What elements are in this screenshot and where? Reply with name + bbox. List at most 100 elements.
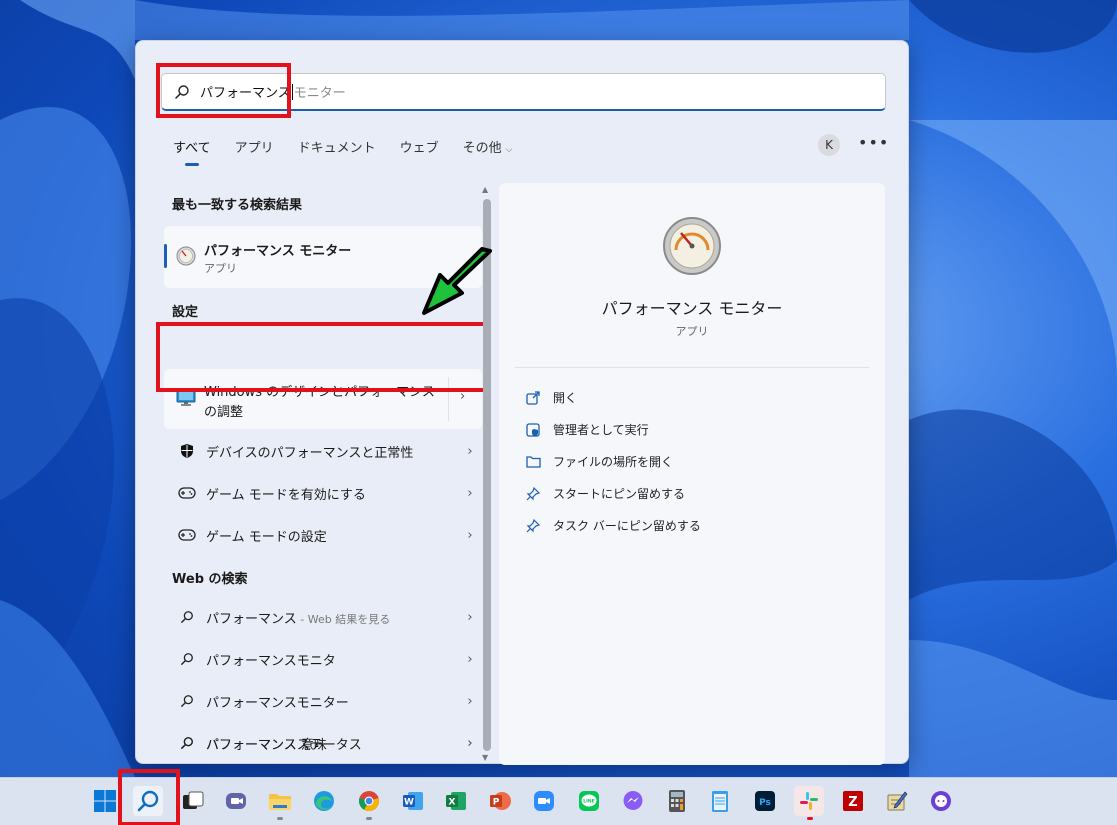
powerpoint-icon: P <box>490 792 511 810</box>
taskbar: W X P LINE Ps Z <box>0 769 1117 825</box>
task-view-icon <box>183 791 204 809</box>
tab-label: ドキュメント <box>297 141 376 156</box>
divider <box>515 367 869 368</box>
edge-button[interactable] <box>309 786 339 816</box>
svg-text:P: P <box>493 798 500 808</box>
action-pin-to-start[interactable]: スタートにピン留めする <box>525 485 685 502</box>
file-explorer-icon <box>269 794 291 810</box>
open-external-icon <box>525 390 541 406</box>
tab-documents[interactable]: ドキュメント <box>298 137 376 166</box>
search-icon <box>176 736 198 750</box>
chevron-right-icon: › <box>467 609 473 625</box>
excel-button[interactable]: X <box>441 786 471 816</box>
tab-label: ウェブ <box>399 141 439 156</box>
preview-pane: パフォーマンス モニター アプリ 開く 管理者として実行 ファイルの場所を開く … <box>499 183 885 765</box>
edge-icon <box>314 791 334 811</box>
web-search-sublabel: - Web 結果を見る <box>296 612 391 626</box>
slack-button[interactable] <box>794 786 824 820</box>
folder-icon <box>525 454 541 470</box>
highlight-box-settings-item <box>156 322 490 392</box>
powerpoint-button[interactable]: P <box>485 786 515 816</box>
text-caret <box>291 83 293 100</box>
web-search-item[interactable]: パフォーマンスモニタ › <box>164 639 482 679</box>
more-options-button[interactable]: ••• <box>858 133 889 152</box>
chevron-down-icon: ⌵ <box>505 145 513 155</box>
web-search-label: パフォーマンスステータス <box>206 737 362 753</box>
teams-chat-button[interactable] <box>221 786 251 816</box>
preview-subtitle: アプリ <box>675 325 709 338</box>
start-button[interactable] <box>90 786 120 816</box>
notepad-button[interactable] <box>705 786 735 816</box>
notification-indicator <box>807 817 813 820</box>
action-open[interactable]: 開く <box>525 389 577 406</box>
account-avatar[interactable]: K <box>818 134 840 156</box>
action-pin-to-taskbar[interactable]: タスク バーにピン留めする <box>525 517 701 534</box>
task-view-button[interactable] <box>178 786 208 816</box>
photoshop-icon: Ps <box>755 791 775 811</box>
notepad-pen-icon <box>887 791 908 811</box>
selection-indicator <box>164 244 167 268</box>
tab-web[interactable]: ウェブ <box>400 137 439 166</box>
chrome-button[interactable] <box>354 786 384 820</box>
web-search-item[interactable]: パフォーマンスモニター › <box>164 681 482 721</box>
web-search-label: パフォーマンス <box>206 611 297 627</box>
calculator-icon <box>669 790 685 812</box>
photoshop-button[interactable]: Ps <box>750 786 780 816</box>
file-explorer-button[interactable] <box>265 786 295 820</box>
chevron-right-icon: › <box>467 651 473 667</box>
tab-label: その他 <box>462 141 502 156</box>
pin-icon <box>525 486 541 502</box>
settings-item-label: ゲーム モードの設定 <box>206 529 327 545</box>
start-icon <box>94 790 116 812</box>
word-button[interactable]: W <box>398 786 428 816</box>
teams-chat-icon <box>226 793 246 809</box>
running-indicator <box>277 817 283 820</box>
svg-text:W: W <box>404 798 414 808</box>
tab-label: アプリ <box>234 141 274 156</box>
performance-monitor-icon <box>176 246 196 266</box>
action-label: タスク バーにピン留めする <box>553 519 701 533</box>
best-match-title: パフォーマンス モニター <box>204 244 352 259</box>
search-icon <box>176 652 198 666</box>
messenger-button[interactable] <box>618 786 648 816</box>
chat-bubble-icon <box>931 791 951 811</box>
svg-text:X: X <box>449 798 456 808</box>
svg-text:LINE: LINE <box>583 799 594 805</box>
zoom-button[interactable] <box>529 786 559 816</box>
section-heading-best-match: 最も一致する検索結果 <box>172 198 303 213</box>
tab-apps[interactable]: アプリ <box>235 137 274 166</box>
pin-icon <box>525 518 541 534</box>
svg-text:Z: Z <box>848 795 857 810</box>
calculator-button[interactable] <box>662 786 692 816</box>
notepad-pen-button[interactable] <box>882 786 912 816</box>
action-run-as-admin[interactable]: 管理者として実行 <box>525 421 649 438</box>
search-panel: パフォーマンス モニター すべて アプリ ドキュメント ウェブ その他 ⌵ K •… <box>135 40 909 765</box>
notepad-icon <box>712 791 728 812</box>
word-icon: W <box>403 792 423 810</box>
web-search-item[interactable]: パフォーマンス - Web 結果を見る › <box>164 597 482 637</box>
settings-item-enable-game-mode[interactable]: ゲーム モードを有効にする › <box>164 473 482 513</box>
web-search-label: パフォーマンスモニタ <box>206 653 336 669</box>
settings-item-label: デバイスのパフォーマンスと正常性 <box>206 445 414 461</box>
settings-item-label: ゲーム モードを有効にする <box>206 487 366 503</box>
line-button[interactable]: LINE <box>574 786 604 816</box>
performance-monitor-icon <box>663 217 721 275</box>
settings-item-game-mode-settings[interactable]: ゲーム モードの設定 › <box>164 515 482 555</box>
action-open-file-location[interactable]: ファイルの場所を開く <box>525 453 673 470</box>
filezilla-button[interactable]: Z <box>838 786 868 816</box>
scroll-up-icon[interactable]: ▲ <box>482 185 488 194</box>
preview-title: パフォーマンス モニター <box>601 299 783 318</box>
action-label: スタートにピン留めする <box>553 487 686 501</box>
action-label: 管理者として実行 <box>553 423 649 437</box>
tab-all[interactable]: すべて <box>173 137 211 166</box>
web-search-item[interactable]: パフォーマンスステータス › <box>164 723 482 763</box>
chevron-right-icon: › <box>467 443 473 459</box>
web-search-label: パフォーマンスモニター <box>206 695 349 711</box>
settings-item-device-performance-health[interactable]: デバイスのパフォーマンスと正常性 › <box>164 431 482 471</box>
shield-icon <box>176 443 198 459</box>
scroll-down-icon[interactable]: ▼ <box>482 753 488 762</box>
highlight-box-taskbar-search <box>118 769 180 825</box>
tab-more[interactable]: その他 ⌵ <box>463 137 513 166</box>
search-icon <box>176 694 198 708</box>
chat-bubble-button[interactable] <box>926 786 956 816</box>
